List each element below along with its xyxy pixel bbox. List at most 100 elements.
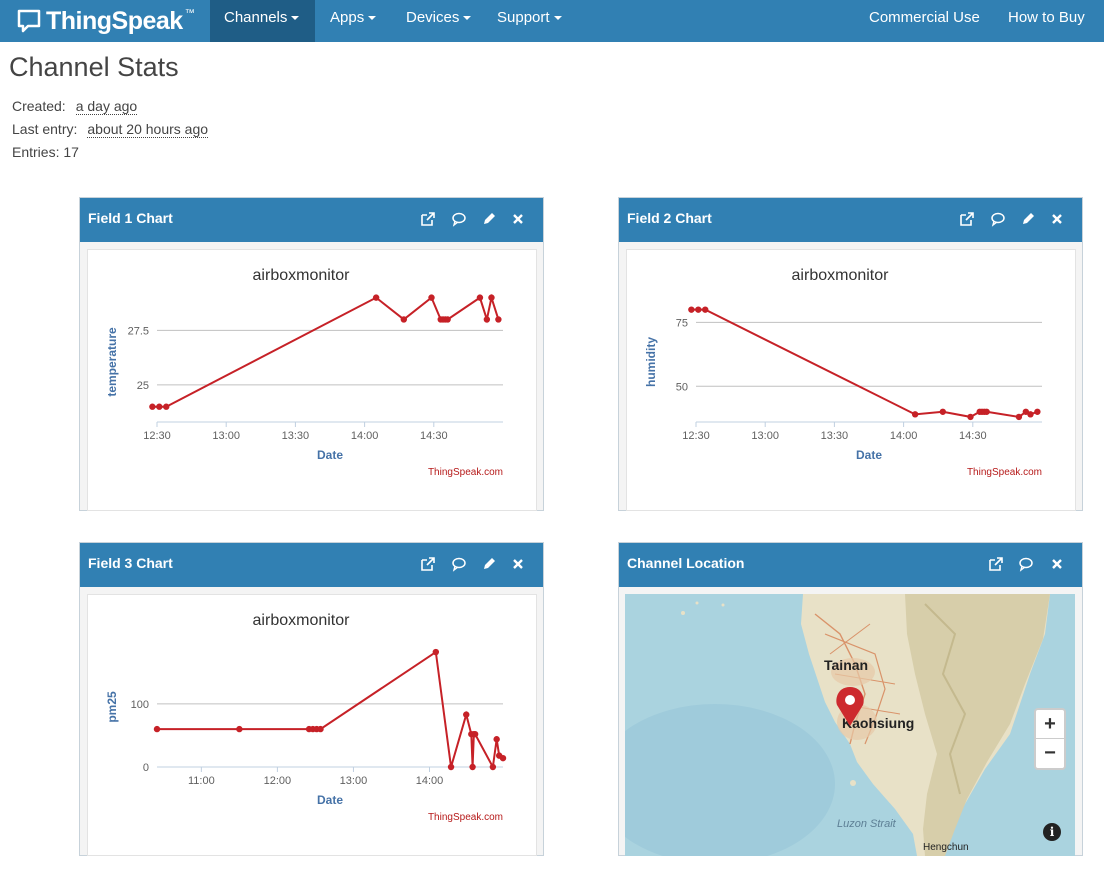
- data-point: [489, 763, 497, 771]
- nav-channels[interactable]: Channels: [210, 0, 315, 42]
- pencil-icon[interactable]: [481, 556, 497, 572]
- map-label-luzon-strait: Luzon Strait: [837, 818, 897, 830]
- close-icon[interactable]: [510, 211, 526, 227]
- external-link-icon[interactable]: [959, 211, 975, 227]
- chart-title: airboxmonitor: [253, 612, 351, 629]
- map-info-button[interactable]: i: [1043, 823, 1061, 841]
- map-zoom-in-button[interactable]: +: [1036, 710, 1064, 739]
- data-point: [156, 403, 163, 410]
- data-point: [463, 711, 470, 718]
- top-navbar: ThingSpeak ™ Channels Apps Devices Suppo…: [0, 0, 1104, 42]
- nav-how-to-buy[interactable]: How to Buy: [994, 0, 1099, 42]
- brand-name: ThingSpeak: [46, 6, 183, 35]
- field3-chart: airboxmonitor 0 100 11:00 12:00 13:00 14:00 Dat…: [105, 612, 507, 823]
- chevron-down-icon: [463, 16, 472, 21]
- comment-icon[interactable]: [1018, 556, 1034, 572]
- data-point: [476, 294, 484, 301]
- y-tick-label: 50: [676, 381, 688, 393]
- x-tick-label: 14:30: [420, 430, 448, 442]
- nav-support[interactable]: Support: [483, 0, 576, 42]
- data-point: [939, 408, 947, 415]
- speech-bubble-icon: [17, 9, 41, 33]
- chart-credit: ThingSpeak.com: [967, 467, 1042, 478]
- y-tick-label: 27.5: [128, 325, 149, 337]
- map-island: [721, 603, 725, 607]
- external-link-icon[interactable]: [420, 211, 436, 227]
- nav-apps[interactable]: Apps: [316, 0, 390, 42]
- external-link-icon[interactable]: [420, 556, 436, 572]
- pencil-icon[interactable]: [1020, 211, 1036, 227]
- x-axis-title: Date: [317, 793, 343, 807]
- x-tick-label: 13:00: [751, 430, 779, 442]
- field3-panel: Field 3 Chart airboxmonitor 0 100 11:00 12:0…: [79, 542, 544, 856]
- field2-panel: Field 2 Chart airboxmonitor 50 75 12:30 13:0…: [618, 197, 1083, 511]
- field1-chart: airboxmonitor 25 27.5 12:30 13:00 13:30 14:00 1…: [105, 267, 503, 478]
- y-tick-label: 75: [676, 317, 688, 329]
- nav-channels-label: Channels: [224, 9, 288, 26]
- data-point: [153, 725, 161, 733]
- chevron-down-icon: [368, 16, 377, 21]
- chart-credit: ThingSpeak.com: [428, 812, 503, 823]
- last-entry-label: Last entry:: [12, 121, 78, 137]
- map-island: [681, 611, 685, 615]
- x-tick-label: 14:00: [351, 430, 379, 442]
- location-panel-title: Channel Location: [627, 555, 745, 571]
- chart-credit: ThingSpeak.com: [428, 467, 503, 478]
- data-point: [471, 730, 479, 738]
- data-point: [163, 403, 170, 410]
- x-tick-label: 13:30: [821, 430, 849, 442]
- map-zoom-out-button[interactable]: −: [1036, 739, 1064, 768]
- stat-entries: Entries: 17: [12, 144, 79, 160]
- x-axis-title: Date: [856, 448, 882, 462]
- x-tick-label: 13:00: [340, 775, 368, 787]
- series-line: [152, 293, 500, 408]
- field3-panel-header: Field 3 Chart: [80, 543, 543, 587]
- map-label-tainan: Tainan: [824, 657, 868, 673]
- x-tick-label: 12:30: [682, 430, 710, 442]
- close-icon[interactable]: [510, 556, 526, 572]
- comment-icon[interactable]: [451, 211, 467, 227]
- close-icon[interactable]: [1049, 211, 1065, 227]
- external-link-icon[interactable]: [988, 556, 1004, 572]
- data-point: [983, 408, 990, 415]
- close-icon[interactable]: [1049, 556, 1065, 572]
- location-panel-header: Channel Location: [619, 543, 1082, 587]
- last-entry-value: about 20 hours ago: [87, 121, 209, 138]
- series-line: [157, 650, 504, 771]
- created-label: Created:: [12, 98, 66, 114]
- data-point: [911, 411, 919, 418]
- comment-icon[interactable]: [451, 556, 467, 572]
- location-map[interactable]: Tainan Kaohsiung Luzon Strait Hengchun +…: [625, 594, 1075, 856]
- data-point: [967, 413, 974, 421]
- data-point: [702, 306, 709, 313]
- data-point: [688, 306, 695, 313]
- data-point: [488, 294, 495, 301]
- data-point: [236, 725, 243, 733]
- y-axis-title: pm25: [105, 691, 119, 723]
- map-canvas: Tainan Kaohsiung Luzon Strait Hengchun: [625, 594, 1075, 856]
- data-point: [469, 763, 476, 771]
- brand-logo[interactable]: ThingSpeak ™: [16, 2, 195, 40]
- data-point: [149, 403, 156, 410]
- nav-devices[interactable]: Devices: [392, 0, 485, 42]
- data-point: [483, 316, 491, 323]
- chevron-down-icon: [553, 16, 562, 21]
- field1-panel: Field 1 Chart airboxmonitor 25 27.5 12:30 13…: [79, 197, 544, 511]
- x-tick-label: 14:30: [959, 430, 987, 442]
- x-tick-label: 14:00: [416, 775, 444, 787]
- data-point: [1034, 408, 1041, 415]
- nav-commercial-use[interactable]: Commercial Use: [855, 0, 994, 42]
- pencil-icon[interactable]: [481, 211, 497, 227]
- x-tick-label: 13:30: [282, 430, 310, 442]
- nav-support-label: Support: [497, 9, 550, 26]
- y-axis-title: temperature: [105, 327, 119, 397]
- stat-created: Created: a day ago: [12, 98, 138, 115]
- map-island: [850, 780, 856, 786]
- page-title: Channel Stats: [9, 52, 179, 82]
- data-point: [447, 763, 455, 771]
- field2-chart: airboxmonitor 50 75 12:30 13:00 13:30 14:00 14:…: [644, 267, 1042, 478]
- comment-icon[interactable]: [990, 211, 1006, 227]
- y-tick-label: 25: [137, 380, 149, 392]
- field2-chart-area: airboxmonitor 50 75 12:30 13:00 13:30 14:00 14:…: [626, 249, 1076, 511]
- data-point: [400, 316, 408, 323]
